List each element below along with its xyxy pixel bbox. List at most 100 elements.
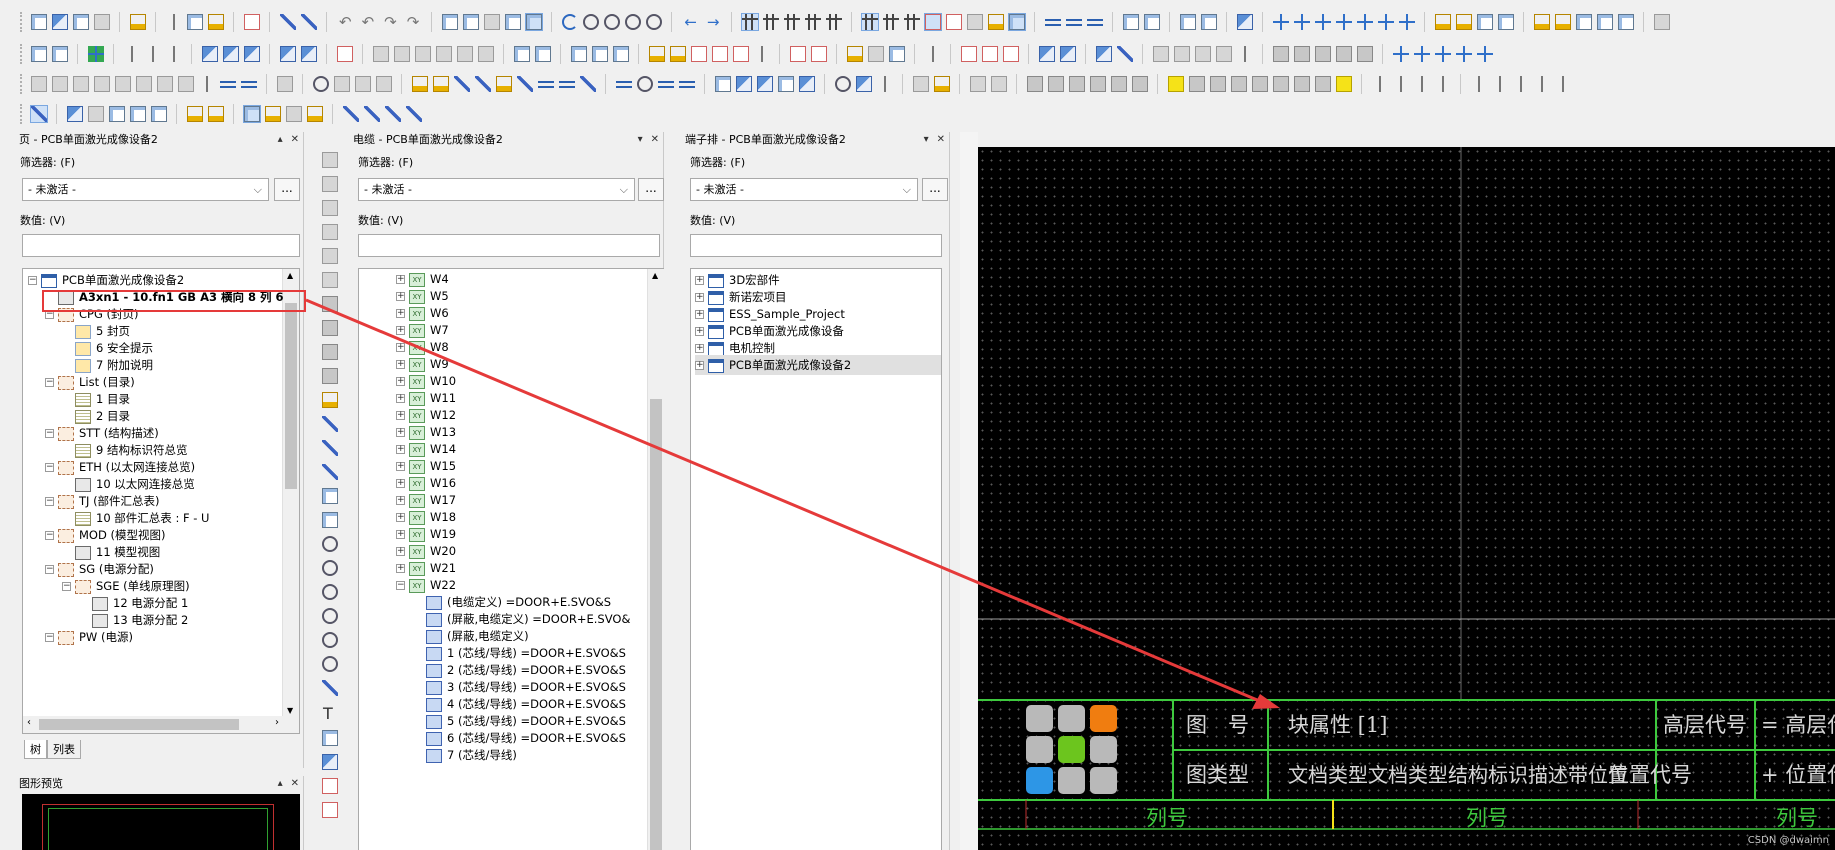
drawing-canvas[interactable]: 图 号 块属性 [1] 图类型 文档类型文档类型结构标识描述带位置 位置代号 高… (978, 147, 1835, 850)
frame-select-icon[interactable] (1143, 14, 1160, 30)
zoom-out-icon[interactable] (624, 14, 641, 30)
doc-5-icon[interactable] (1617, 14, 1634, 30)
draw-34-icon[interactable] (834, 76, 851, 92)
filter-dropdown[interactable]: - 未激活 - ⌵ (690, 178, 918, 201)
filter-dropdown[interactable]: - 未激活 - ⌵ (358, 178, 635, 201)
black-box-2-icon[interactable] (1173, 46, 1190, 62)
zoom-in-icon[interactable] (603, 14, 620, 30)
black-box-3-icon[interactable] (1194, 46, 1211, 62)
scroll-up-icon[interactable]: ▲ (287, 271, 293, 280)
close-icon[interactable]: ✕ (937, 134, 945, 145)
highlight-icon[interactable] (1167, 76, 1184, 92)
draw-5-icon[interactable] (114, 76, 131, 92)
back-arrow-icon[interactable]: ← (684, 13, 697, 31)
draw-37-icon[interactable] (912, 76, 929, 92)
doc-3-icon[interactable] (1575, 14, 1592, 30)
close-icon[interactable]: ✕ (291, 134, 299, 145)
grid-a-icon[interactable] (740, 13, 759, 31)
grid-dots-icon[interactable] (882, 14, 899, 30)
grid-d-icon[interactable] (804, 14, 821, 30)
insert-2-icon[interactable] (1293, 14, 1310, 30)
text-icon[interactable]: T (323, 704, 337, 723)
expand-icon[interactable]: + (396, 462, 405, 471)
rectangle-icon[interactable] (322, 488, 338, 504)
edit-2-icon[interactable] (393, 46, 410, 62)
draw-25-icon[interactable] (615, 76, 632, 92)
insert-4-icon[interactable] (1335, 14, 1352, 30)
dimension-2-icon[interactable] (322, 802, 338, 818)
zoom-window-icon[interactable] (582, 14, 599, 30)
potential-icon[interactable] (924, 46, 941, 62)
expand-icon[interactable]: + (695, 327, 704, 336)
line-type-13-icon[interactable] (1314, 76, 1331, 92)
draw-9-icon[interactable] (219, 76, 236, 92)
draw-39-icon[interactable] (969, 76, 986, 92)
expand-icon[interactable]: + (396, 275, 405, 284)
circle-icon[interactable] (322, 536, 338, 552)
draw-28-icon[interactable] (678, 76, 695, 92)
lines-2-icon[interactable] (1065, 14, 1082, 30)
expand-icon[interactable]: + (396, 377, 405, 386)
collapse-icon[interactable]: − (45, 565, 54, 574)
symbol-4-icon[interactable] (279, 46, 296, 62)
expand-icon[interactable]: + (396, 547, 405, 556)
shape-4-icon[interactable] (322, 368, 338, 384)
draw-30-icon[interactable] (735, 76, 752, 92)
filter-more-button[interactable]: ... (274, 178, 300, 201)
trim-1-icon[interactable] (342, 106, 359, 122)
arrow-7-icon[interactable] (1512, 76, 1529, 92)
edit-5-icon[interactable] (456, 46, 473, 62)
insert-5-icon[interactable] (1356, 14, 1373, 30)
print-icon[interactable] (93, 14, 110, 30)
arrow-2-icon[interactable] (1392, 76, 1409, 92)
draw-16-icon[interactable] (411, 76, 428, 92)
draw-27-icon[interactable] (657, 76, 674, 92)
edit-4-icon[interactable] (435, 46, 452, 62)
rotate-icon[interactable] (322, 392, 338, 408)
undo-list-icon[interactable]: ↶ (362, 13, 375, 31)
cables-vscrollbar[interactable]: ▲ (647, 269, 664, 850)
doc-2-icon[interactable] (1554, 14, 1571, 30)
collapse-icon[interactable]: − (45, 463, 54, 472)
filter-more-button[interactable]: ... (638, 178, 664, 201)
close-icon[interactable]: ✕ (291, 778, 299, 789)
draw-14-icon[interactable] (354, 76, 371, 92)
symbol-2-icon[interactable] (222, 46, 239, 62)
hash-icon[interactable] (903, 14, 920, 30)
symbol-select-4-icon[interactable] (306, 106, 323, 122)
shape-1-icon[interactable] (322, 296, 338, 312)
struct-5-icon[interactable] (1356, 46, 1373, 62)
arc-icon[interactable] (322, 584, 338, 600)
trim-2-icon[interactable] (363, 106, 380, 122)
collapse-icon[interactable]: − (62, 582, 71, 591)
collapse-icon[interactable]: − (396, 581, 405, 590)
line-type-3-icon[interactable] (1068, 76, 1085, 92)
forward-arrow-icon[interactable]: → (707, 13, 720, 31)
expand-icon[interactable]: + (396, 292, 405, 301)
view-1-icon[interactable] (513, 46, 530, 62)
expand-icon[interactable]: + (396, 445, 405, 454)
value-input[interactable] (358, 234, 660, 257)
magnet-icon[interactable] (923, 13, 942, 31)
circle-3-icon[interactable] (322, 632, 338, 648)
expand-icon[interactable]: + (396, 360, 405, 369)
interrupt-1-icon[interactable] (1392, 46, 1409, 62)
struct-3-icon[interactable] (1314, 46, 1331, 62)
select-1-icon[interactable] (66, 106, 83, 122)
zoom-100-icon[interactable] (645, 14, 662, 30)
frame-icon[interactable] (1122, 14, 1139, 30)
edit-1-icon[interactable] (372, 46, 389, 62)
interrupt-5-icon[interactable] (1476, 46, 1493, 62)
macro-3-icon[interactable] (612, 46, 629, 62)
more-icon[interactable] (1653, 14, 1670, 30)
grid-c-icon[interactable] (783, 14, 800, 30)
grid-snap-icon[interactable] (860, 13, 879, 31)
draw-26-icon[interactable] (636, 76, 653, 92)
draw-12-icon[interactable] (312, 76, 329, 92)
interrupt-2-icon[interactable] (1413, 46, 1430, 62)
scroll-thumb[interactable] (285, 303, 297, 489)
line-type-5-icon[interactable] (1110, 76, 1127, 92)
tab-list[interactable]: 列表 (47, 740, 81, 759)
value-input[interactable] (22, 234, 300, 257)
dimension-icon[interactable] (322, 778, 338, 794)
